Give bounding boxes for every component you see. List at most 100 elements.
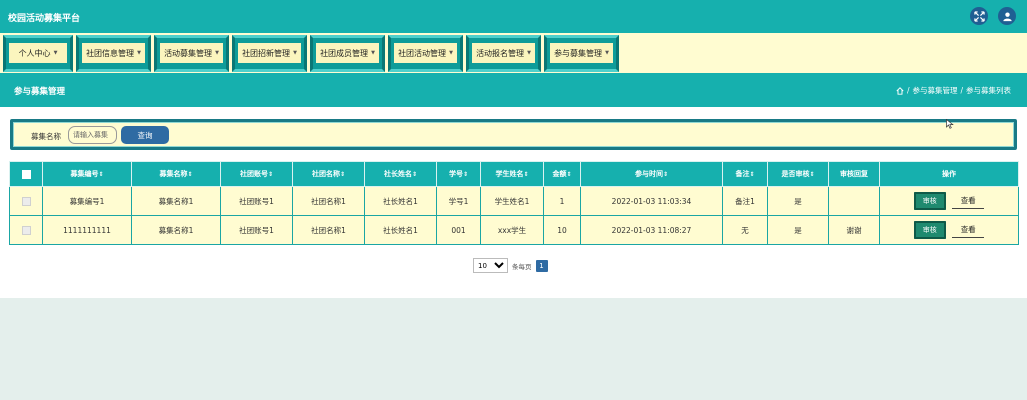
content-area: 募集名称 查询 募集编号⇕ 募集名称⇕ 社团账号⇕ 社团名称⇕ 社长姓名⇕ 学号… <box>0 107 1027 298</box>
menu-label: 社团招新管理 <box>242 48 291 58</box>
table-cell: 社长姓名1 <box>364 215 437 245</box>
breadcrumb-separator: / <box>960 86 963 95</box>
menu-label: 社团信息管理 <box>86 48 135 58</box>
table-cell: 募集编号1 <box>42 186 132 216</box>
caret-down-icon: ▼ <box>527 50 531 56</box>
view-button[interactable]: 查看 <box>952 193 985 209</box>
table-cell: 社团账号1 <box>220 215 293 245</box>
table-cell: 001 <box>436 215 481 245</box>
home-icon[interactable] <box>896 86 904 95</box>
top-bar: 校园活动募集平台 <box>0 0 1027 33</box>
search-label: 募集名称 <box>31 132 61 141</box>
row-checkbox[interactable] <box>9 186 43 216</box>
menu-club-activities[interactable]: 社团活动管理 ▼ <box>388 35 463 72</box>
caret-down-icon: ▼ <box>53 50 58 56</box>
column-header[interactable]: 备注⇕ <box>722 161 768 187</box>
column-header[interactable]: 参与时间⇕ <box>580 161 723 187</box>
table-header-row: 募集编号⇕ 募集名称⇕ 社团账号⇕ 社团名称⇕ 社长姓名⇕ 学号⇕ 学生姓名⇕ … <box>9 161 1019 187</box>
column-header[interactable]: 学号⇕ <box>436 161 481 187</box>
table-cell: 1111111111 <box>42 215 132 245</box>
menu-activity-fundraising[interactable]: 活动募集管理 ▼ <box>154 35 229 72</box>
audit-button[interactable]: 审核 <box>913 192 946 210</box>
menu-personal-center[interactable]: 个人中心 ▼ <box>3 35 73 72</box>
table-cell: 学生姓名1 <box>480 186 544 216</box>
table-cell: 10 <box>543 215 581 245</box>
pagination: 10 条每页 1 <box>473 258 548 273</box>
breadcrumb-bar: 参与募集管理 / 参与募集管理 / 参与募集列表 <box>0 73 1027 107</box>
breadcrumb: / 参与募集管理 / 参与募集列表 <box>896 85 1011 96</box>
sort-icon: ⇕ <box>662 171 669 178</box>
column-header[interactable]: 学生姓名⇕ <box>480 161 544 187</box>
table-cell: 是 <box>767 215 829 245</box>
user-icon[interactable] <box>998 7 1016 25</box>
caret-down-icon: ▼ <box>215 50 219 56</box>
sort-icon: ⇕ <box>462 171 469 178</box>
sort-icon: ⇕ <box>339 171 346 178</box>
column-header[interactable]: 募集编号⇕ <box>42 161 132 187</box>
caret-down-icon: ▼ <box>605 50 609 56</box>
column-header[interactable]: 募集名称⇕ <box>131 161 221 187</box>
fullscreen-icon[interactable] <box>970 7 988 25</box>
column-header[interactable]: 社团名称⇕ <box>292 161 365 187</box>
table-cell: 募集名称1 <box>131 215 221 245</box>
menu-club-members[interactable]: 社团成员管理 ▼ <box>310 35 385 72</box>
column-header: 操作 <box>879 161 1019 187</box>
menu-fundraising-participation[interactable]: 参与募集管理 ▼ <box>544 35 619 72</box>
table-cell <box>828 186 880 216</box>
table-cell: 2022-01-03 11:08:27 <box>580 215 723 245</box>
page-size-select[interactable]: 10 <box>473 258 508 273</box>
search-panel: 募集名称 查询 <box>10 119 1017 150</box>
menu-label: 社团成员管理 <box>320 48 369 58</box>
page-title: 参与募集管理 <box>14 87 66 97</box>
sort-icon: ⇕ <box>267 171 274 178</box>
column-header[interactable]: 金额⇕ <box>543 161 581 187</box>
column-header[interactable]: 社团账号⇕ <box>220 161 293 187</box>
column-header[interactable]: 社长姓名⇕ <box>364 161 437 187</box>
app-title: 校园活动募集平台 <box>8 14 81 24</box>
caret-down-icon: ▼ <box>371 50 375 56</box>
table-cell: 备注1 <box>722 186 768 216</box>
column-header: 审核回复 <box>828 161 880 187</box>
sort-icon: ⇕ <box>523 171 529 178</box>
main-menu: 个人中心 ▼ 社团信息管理 ▼ 活动募集管理 ▼ 社团招新管理 ▼ 社团成员管理 ▼ 社团… <box>0 33 1027 73</box>
table-cell: 是 <box>767 186 829 216</box>
sort-icon: ⇕ <box>187 171 193 178</box>
sort-icon: ⇕ <box>98 171 104 178</box>
search-input[interactable] <box>68 126 117 144</box>
audit-button[interactable]: 审核 <box>913 221 946 239</box>
row-checkbox[interactable] <box>9 215 43 245</box>
table-cell: 社团名称1 <box>292 215 365 245</box>
menu-label: 社团活动管理 <box>398 48 447 58</box>
table-cell: 社长姓名1 <box>364 186 437 216</box>
menu-label: 个人中心 <box>18 48 51 58</box>
sort-icon: ⇕ <box>411 171 418 178</box>
per-page-label: 条每页 <box>512 262 532 271</box>
sort-icon: ⇕ <box>566 171 572 178</box>
menu-club-info[interactable]: 社团信息管理 ▼ <box>76 35 151 72</box>
menu-club-recruitment[interactable]: 社团招新管理 ▼ <box>232 35 307 72</box>
actions-cell: 审核 查看 <box>879 186 1019 216</box>
table-cell: xxx学生 <box>480 215 544 245</box>
view-button[interactable]: 查看 <box>952 222 985 238</box>
caret-down-icon: ▼ <box>449 50 453 56</box>
table-cell: 2022-01-03 11:03:34 <box>580 186 723 216</box>
breadcrumb-separator: / <box>906 86 910 95</box>
menu-activity-signup[interactable]: 活动报名管理 ▼ <box>466 35 541 72</box>
table-cell: 学号1 <box>436 186 481 216</box>
sort-icon: ⇕ <box>809 171 815 178</box>
menu-label: 活动募集管理 <box>164 48 213 58</box>
table-cell: 募集名称1 <box>131 186 221 216</box>
mouse-cursor-icon <box>946 119 954 129</box>
page-number-current[interactable]: 1 <box>535 259 548 272</box>
data-table: 募集编号⇕ 募集名称⇕ 社团账号⇕ 社团名称⇕ 社长姓名⇕ 学号⇕ 学生姓名⇕ … <box>9 161 1019 245</box>
table-row: 募集编号1 募集名称1 社团账号1 社团名称1 社长姓名1 学号1 学生姓名1 … <box>9 186 1019 216</box>
select-all-checkbox[interactable] <box>9 161 43 187</box>
actions-cell: 审核 查看 <box>879 215 1019 245</box>
search-button[interactable]: 查询 <box>121 126 169 144</box>
breadcrumb-item-current: 参与募集列表 <box>966 86 1011 95</box>
table-cell: 1 <box>543 186 581 216</box>
table-cell: 社团账号1 <box>220 186 293 216</box>
breadcrumb-item[interactable]: 参与募集管理 <box>912 85 957 96</box>
column-header[interactable]: 是否审核⇕ <box>767 161 829 187</box>
caret-down-icon: ▼ <box>293 50 297 56</box>
